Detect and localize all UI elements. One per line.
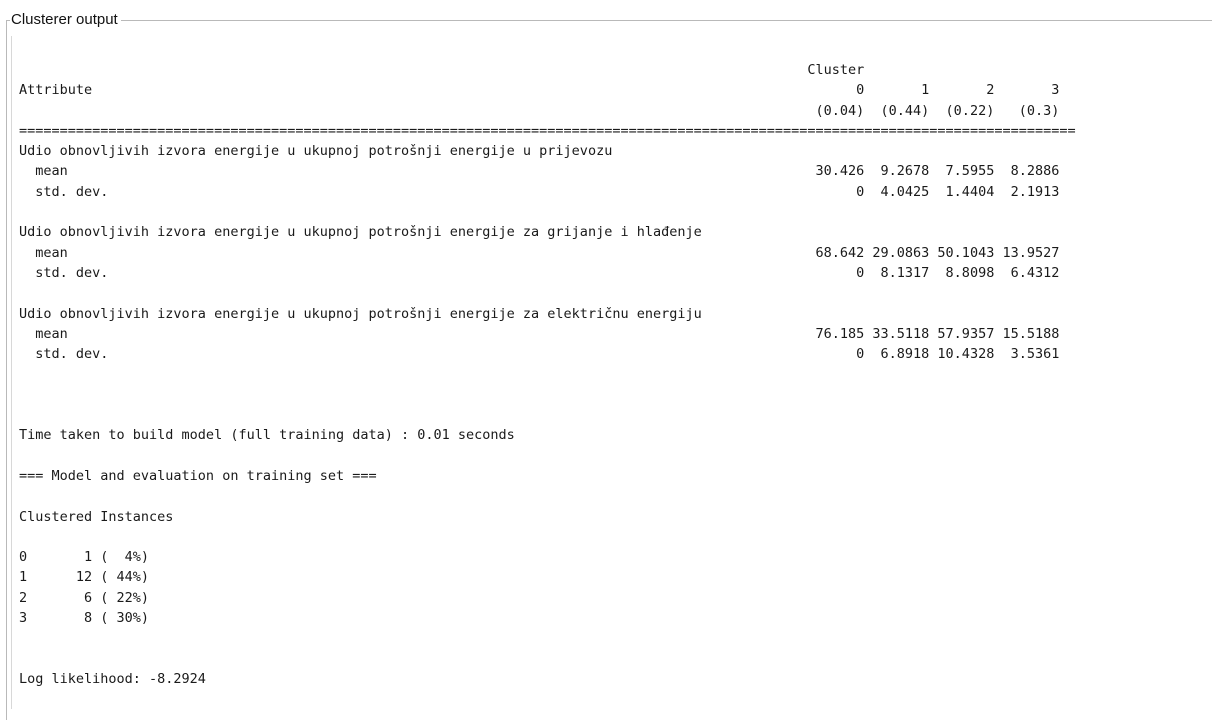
clusterer-output-panel: Clusterer output Cluster Attribute 0 1 2… [0, 0, 1212, 720]
panel-title: Clusterer output [10, 10, 121, 30]
clusterer-output-text[interactable]: Cluster Attribute 0 1 2 3 (0.04) (0.44) … [19, 60, 1076, 689]
output-text-area[interactable]: Cluster Attribute 0 1 2 3 (0.04) (0.44) … [11, 36, 1212, 709]
